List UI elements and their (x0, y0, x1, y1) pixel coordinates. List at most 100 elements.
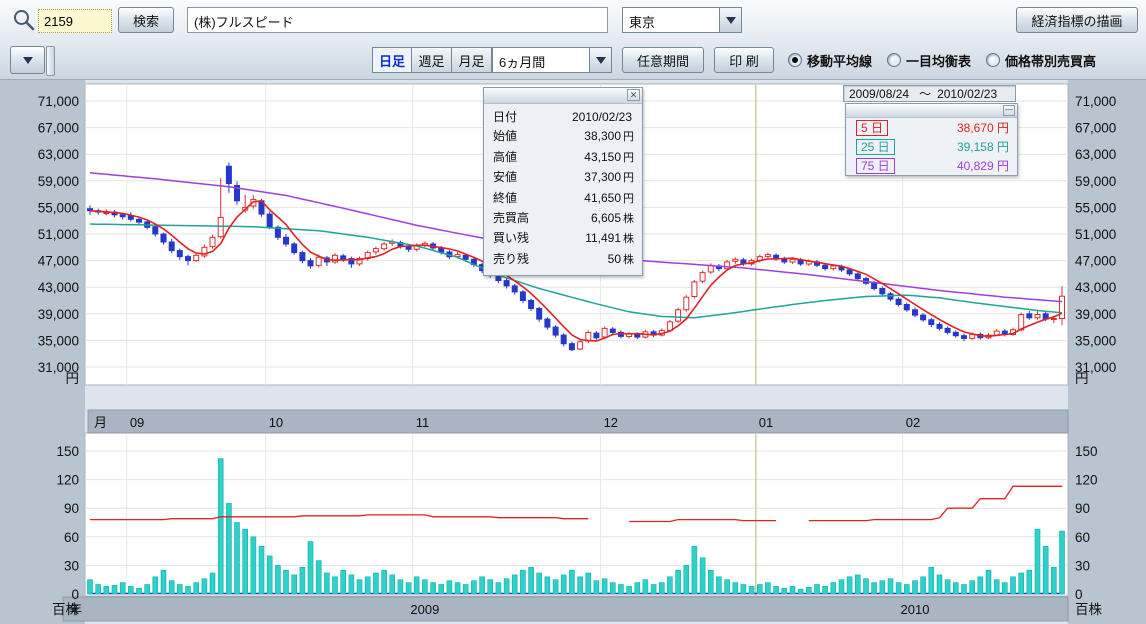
close-icon[interactable]: ✕ (627, 89, 640, 101)
search-icon (12, 8, 36, 37)
candle (831, 266, 836, 269)
svg-text:円: 円 (1075, 371, 1089, 386)
svg-text:百株: 百株 (52, 602, 79, 617)
svg-text:11: 11 (416, 415, 430, 430)
legend-row-ma5: 5 日 38,670 円 (846, 118, 1017, 137)
candle (316, 257, 321, 265)
stock-name-field[interactable]: (株)フルスピード (187, 7, 608, 33)
svg-text:39,000: 39,000 (1075, 307, 1116, 322)
chevron-down-icon (726, 17, 736, 24)
candle (537, 309, 542, 320)
radio-label: 一目均衡表 (906, 51, 971, 70)
candle (1035, 315, 1040, 318)
candle (733, 259, 738, 261)
candle (578, 342, 583, 349)
panel-handle[interactable] (46, 46, 55, 76)
candle (520, 292, 525, 301)
minimize-icon[interactable]: — (1003, 105, 1015, 116)
svg-text:51,000: 51,000 (1075, 227, 1116, 242)
quote-popup: ✕ 日付2010/02/23 始値38,300円 高値43,150円 安値37,… (483, 87, 643, 276)
chart-area: 月091011120102年2009201071,00071,00067,000… (0, 80, 1146, 624)
collapse-panel-button[interactable] (10, 46, 45, 74)
candle (267, 214, 272, 227)
candle (823, 265, 828, 268)
candle (635, 334, 640, 337)
radio-ichimoku[interactable]: 一目均衡表 (887, 51, 971, 70)
toolbar: 検索 (株)フルスピード 東京 経済指標の描画 日足 週足 月足 6ヵ月間 任意… (0, 0, 1146, 80)
svg-text:59,000: 59,000 (38, 174, 79, 189)
candle (186, 257, 191, 261)
svg-text:55,000: 55,000 (38, 200, 79, 215)
quote-popup-body: 日付2010/02/23 始値38,300円 高値43,150円 安値37,30… (484, 104, 642, 275)
candle (872, 283, 877, 288)
svg-text:35,000: 35,000 (1075, 333, 1116, 348)
exchange-dropdown-button[interactable] (719, 8, 741, 32)
ma-legend-titlebar[interactable]: — (846, 104, 1017, 118)
svg-text:30: 30 (64, 558, 79, 573)
candle (790, 259, 795, 262)
svg-text:90: 90 (1075, 501, 1090, 516)
svg-text:63,000: 63,000 (1075, 147, 1116, 162)
candle (194, 255, 199, 260)
symbol-input[interactable] (38, 9, 112, 33)
quote-row-date: 日付2010/02/23 (484, 108, 642, 127)
candle (692, 282, 697, 297)
ma-legend-panel: — 5 日 38,670 円 25 日 39,158 円 75 日 40,829… (845, 103, 1018, 176)
print-button[interactable]: 印 刷 (714, 47, 774, 73)
candle (382, 244, 387, 249)
svg-text:71,000: 71,000 (1075, 94, 1116, 109)
timeframe-tabs: 日足 週足 月足 (372, 47, 492, 73)
svg-text:円: 円 (66, 371, 80, 386)
candle (177, 251, 182, 257)
tab-daily[interactable]: 日足 (372, 47, 412, 73)
svg-text:月: 月 (94, 415, 107, 430)
candle (684, 297, 689, 310)
candle (913, 310, 918, 315)
radio-volume-by-price[interactable]: 価格帯別売買高 (986, 51, 1096, 70)
radio-dot[interactable] (887, 53, 901, 67)
candle (953, 332, 958, 335)
quote-row-open: 始値38,300円 (484, 127, 642, 147)
candle (602, 328, 607, 337)
tab-weekly[interactable]: 週足 (412, 47, 452, 73)
tab-monthly[interactable]: 月足 (452, 47, 492, 73)
svg-text:60: 60 (1075, 530, 1090, 545)
draw-indicator-button[interactable]: 経済指標の描画 (1016, 7, 1138, 33)
svg-text:百株: 百株 (1075, 602, 1103, 617)
legend-row-ma25: 25 日 39,158 円 (846, 137, 1017, 156)
svg-text:67,000: 67,000 (1075, 121, 1116, 136)
radio-moving-average[interactable]: 移動平均線 (788, 51, 872, 70)
candle (700, 273, 705, 282)
candle (937, 324, 942, 328)
svg-text:35,000: 35,000 (38, 333, 79, 348)
svg-text:09: 09 (130, 415, 144, 430)
custom-period-button[interactable]: 任意期間 (622, 47, 704, 73)
quote-row-close: 終値41,650円 (484, 189, 642, 209)
quote-popup-titlebar[interactable]: ✕ (484, 88, 642, 104)
svg-text:0: 0 (1075, 587, 1083, 602)
quote-row-high: 高値43,150円 (484, 148, 642, 168)
period-dropdown-button[interactable] (589, 48, 611, 72)
candle (1027, 314, 1032, 318)
exchange-select[interactable]: 東京 (622, 7, 742, 33)
search-button[interactable]: 検索 (118, 7, 174, 33)
candle (308, 261, 313, 266)
candle (341, 256, 346, 259)
svg-text:02: 02 (906, 415, 920, 430)
candle (553, 327, 558, 335)
candle (218, 217, 223, 236)
radio-dot[interactable] (788, 53, 802, 67)
svg-text:47,000: 47,000 (38, 254, 79, 269)
period-select-value: 6ヵ月間 (493, 48, 589, 72)
candle (512, 286, 517, 292)
candle (929, 320, 934, 325)
svg-text:10: 10 (269, 415, 283, 430)
candle (504, 281, 509, 286)
radio-dot[interactable] (986, 53, 1000, 67)
period-select[interactable]: 6ヵ月間 (492, 47, 612, 73)
candle (904, 305, 909, 310)
svg-text:47,000: 47,000 (1075, 254, 1116, 269)
date-range-field[interactable]: 2009/08/24 ～ 2010/02/23 (843, 85, 1016, 102)
candle (594, 333, 599, 338)
svg-text:01: 01 (759, 415, 773, 430)
